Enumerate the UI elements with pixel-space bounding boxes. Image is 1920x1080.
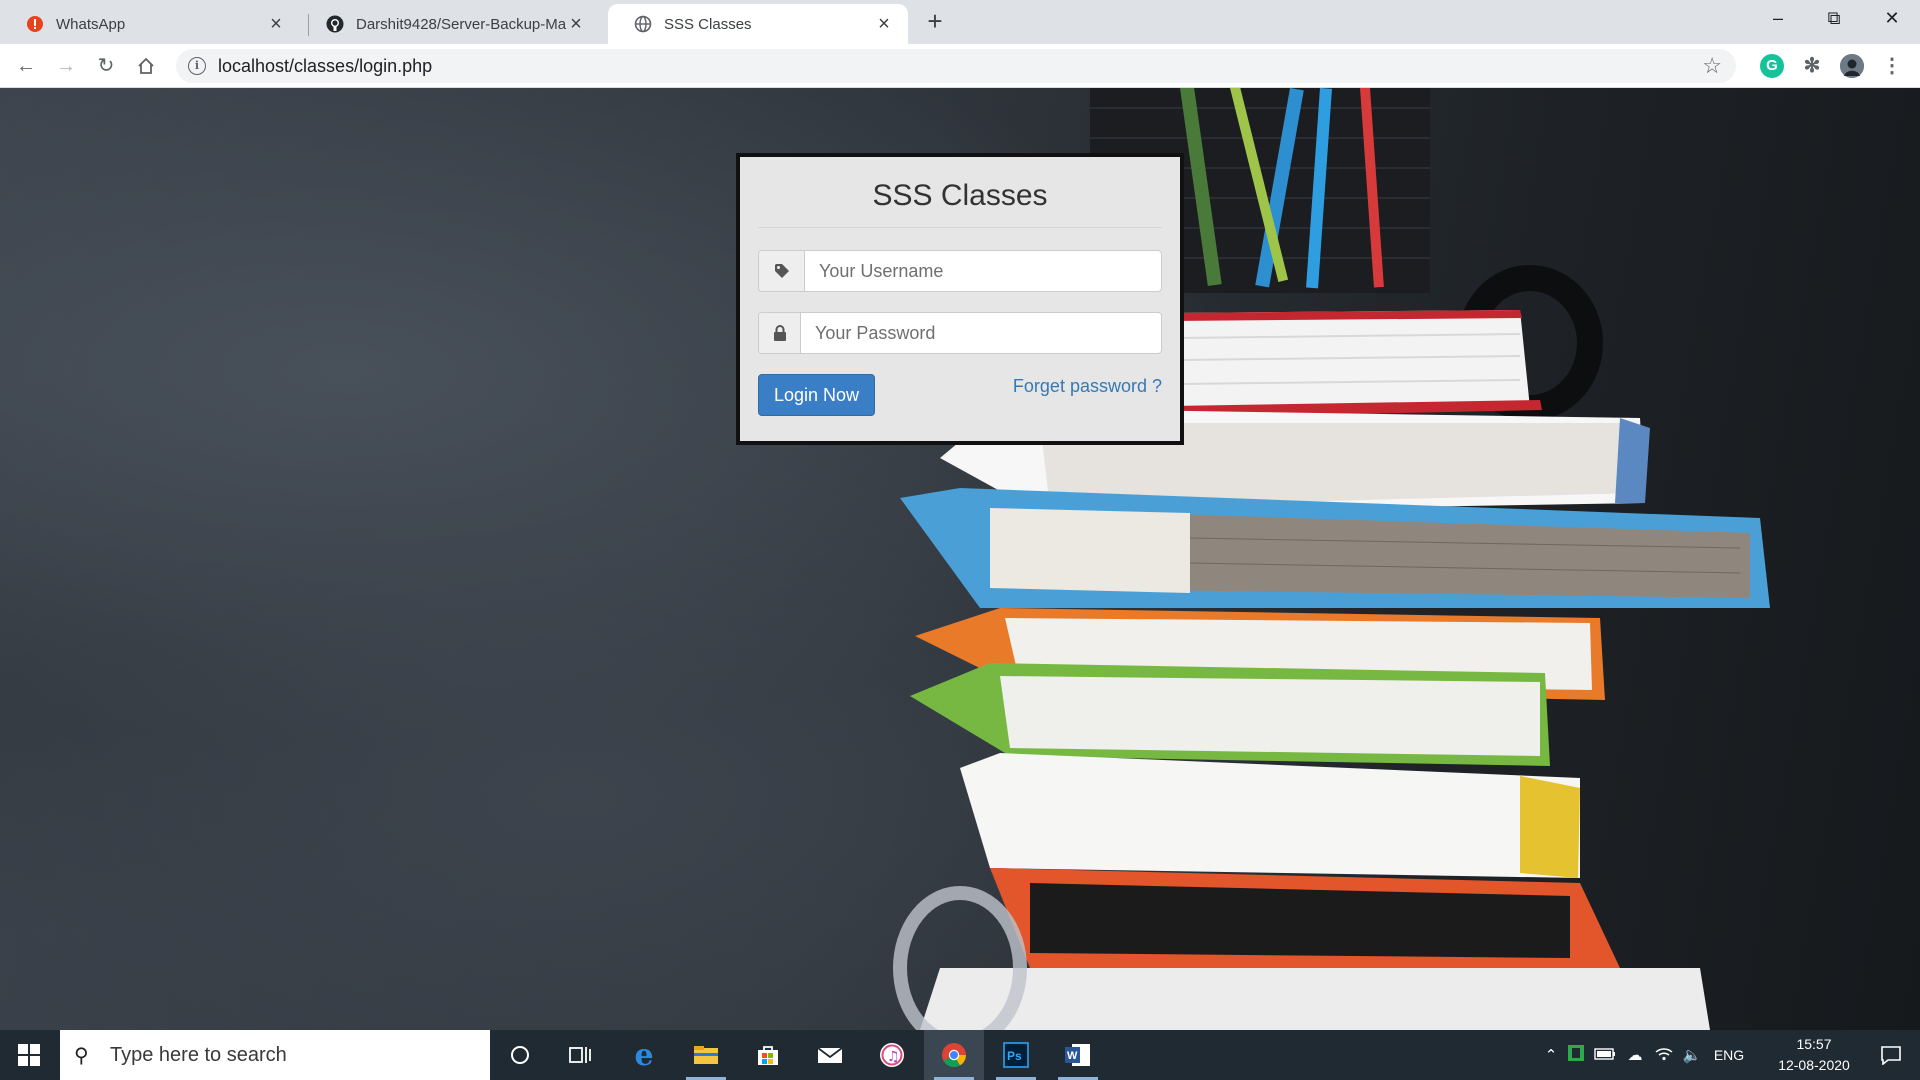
task-view-icon[interactable] <box>550 1030 610 1080</box>
globe-icon <box>634 15 652 33</box>
whatsapp-alert-icon <box>26 15 44 33</box>
svg-text:Ps: Ps <box>1007 1049 1022 1063</box>
username-input[interactable] <box>805 251 1161 291</box>
restore-icon[interactable]: ⧉ <box>1806 0 1862 36</box>
taskbar-clock[interactable]: 15:57 12-08-2020 <box>1764 1034 1864 1076</box>
url-text[interactable]: localhost/classes/login.php <box>218 56 432 77</box>
browser-tabstrip: WhatsApp × Darshit9428/Server-Backup-Man… <box>0 0 1920 44</box>
windows-start-icon[interactable] <box>0 1030 58 1080</box>
reload-icon[interactable]: ↻ <box>92 52 120 80</box>
login-title: SSS Classes <box>872 179 1048 212</box>
store-icon[interactable] <box>738 1030 798 1080</box>
new-tab-button[interactable]: + <box>920 6 950 36</box>
taskbar-search[interactable]: ⚲ Type here to search <box>60 1030 490 1080</box>
login-actions: Login Now Forget password ? <box>758 374 1162 418</box>
close-tab-icon[interactable]: × <box>874 13 894 36</box>
onedrive-icon[interactable]: ☁ <box>1620 1046 1650 1064</box>
edge-icon[interactable]: e <box>614 1030 674 1080</box>
itunes-icon[interactable]: ♫ <box>862 1030 922 1080</box>
password-input[interactable] <box>801 313 1161 353</box>
page-background: SSS Classes Login Now Forget password ? <box>0 88 1920 1030</box>
bookmark-star-icon[interactable]: ☆ <box>1702 53 1722 79</box>
svg-text:W: W <box>1067 1050 1078 1062</box>
wifi-icon[interactable] <box>1650 1045 1678 1065</box>
tab-title: WhatsApp <box>56 15 126 33</box>
tab-whatsapp[interactable]: WhatsApp × <box>0 4 300 44</box>
login-button[interactable]: Login Now <box>758 374 876 416</box>
tab-sss-classes[interactable]: SSS Classes × <box>608 4 908 44</box>
tray-app-icon[interactable] <box>1562 1044 1590 1066</box>
login-card: SSS Classes Login Now Forget password ? <box>736 153 1184 445</box>
battery-icon[interactable] <box>1590 1047 1620 1064</box>
windows-taskbar: ⚲ Type here to search e ♫ Ps W ⌃ ☁ 🔈 ENG… <box>0 1030 1920 1080</box>
profile-avatar[interactable] <box>1840 54 1864 78</box>
photoshop-icon[interactable]: Ps <box>986 1030 1046 1080</box>
grammarly-icon[interactable]: G <box>1760 54 1784 78</box>
tab-title: SSS Classes <box>664 15 752 33</box>
address-bar[interactable]: i localhost/classes/login.php ☆ <box>176 49 1736 83</box>
home-icon[interactable] <box>132 52 160 80</box>
tab-github[interactable]: Darshit9428/Server-Backup-Manager × <box>300 4 600 44</box>
lock-icon <box>759 313 801 353</box>
menu-kebab-icon[interactable]: ⋮ <box>1880 54 1904 78</box>
close-tab-icon[interactable]: × <box>566 13 586 36</box>
file-explorer-icon[interactable] <box>676 1030 736 1080</box>
search-placeholder: Type here to search <box>110 1043 287 1066</box>
clock-time: 15:57 <box>1796 1036 1832 1052</box>
mail-icon[interactable] <box>800 1030 860 1080</box>
chrome-icon[interactable] <box>924 1030 984 1080</box>
minimize-icon[interactable]: – <box>1750 0 1806 36</box>
notification-icon[interactable] <box>1862 1030 1920 1080</box>
username-group <box>758 250 1162 292</box>
tab-title: Darshit9428/Server-Backup-Manager <box>356 15 566 33</box>
forget-password-link[interactable]: Forget password ? <box>1013 376 1162 397</box>
svg-text:♫: ♫ <box>887 1049 900 1065</box>
tag-icon <box>759 251 805 291</box>
language-indicator[interactable]: ENG <box>1706 1047 1752 1063</box>
chevron-up-icon[interactable]: ⌃ <box>1540 1046 1562 1064</box>
search-icon: ⚲ <box>74 1044 89 1067</box>
forward-arrow-icon[interactable]: → <box>52 52 80 80</box>
password-group <box>758 312 1162 354</box>
title-divider <box>758 227 1162 228</box>
github-icon <box>326 15 344 33</box>
window-close-icon[interactable]: ✕ <box>1864 0 1920 36</box>
close-tab-icon[interactable]: × <box>266 13 286 36</box>
puzzle-icon[interactable]: ✻ <box>1800 54 1824 78</box>
volume-icon[interactable]: 🔈 <box>1678 1046 1706 1064</box>
site-info-icon[interactable]: i <box>188 57 206 75</box>
system-tray: ⌃ ☁ 🔈 ENG <box>1540 1030 1752 1080</box>
browser-toolbar: ← → ↻ i localhost/classes/login.php ☆ G … <box>0 44 1920 88</box>
back-arrow-icon[interactable]: ← <box>12 52 40 80</box>
word-icon[interactable]: W <box>1048 1030 1108 1080</box>
clock-date: 12-08-2020 <box>1778 1057 1850 1073</box>
cortana-icon[interactable] <box>490 1030 550 1080</box>
